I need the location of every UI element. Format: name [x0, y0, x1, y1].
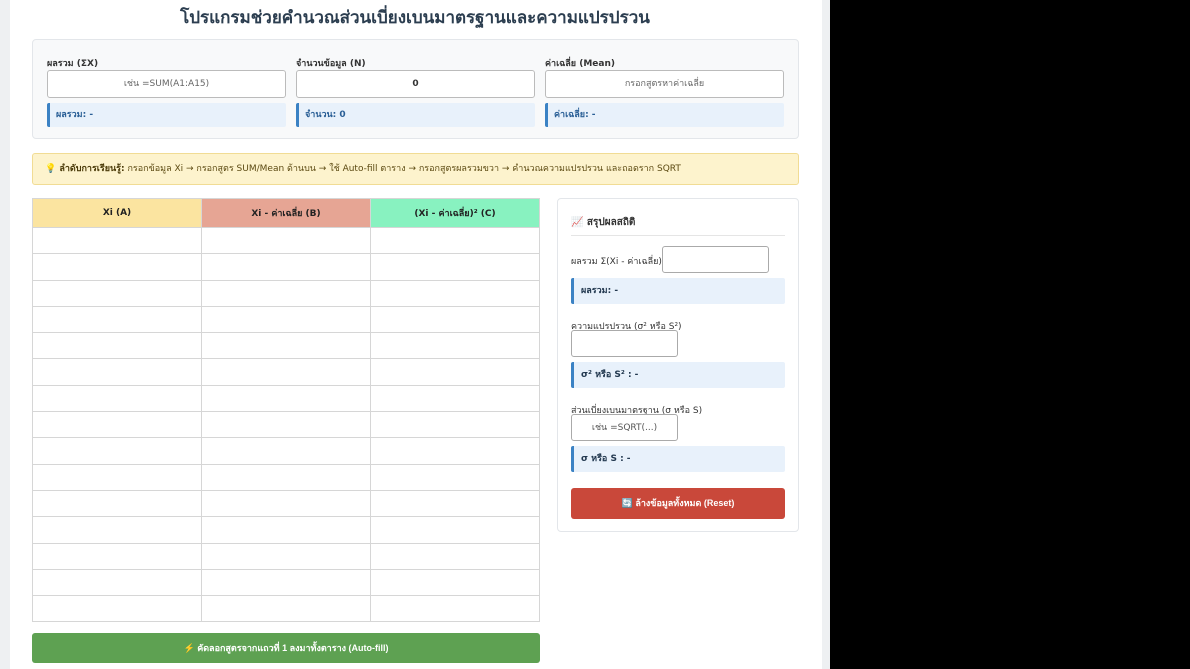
header-deviation-squared: (Xi - ค่าเฉลี่ย)² (C)	[370, 198, 540, 228]
left-gutter	[0, 0, 10, 669]
table-header-row: Xi (A) Xi - ค่าเฉลี่ย (B) (Xi - ค่าเฉลี่…	[32, 198, 540, 228]
data-table: Xi (A) Xi - ค่าเฉลี่ย (B) (Xi - ค่าเฉลี่…	[32, 198, 540, 623]
table-body	[32, 226, 540, 623]
xi-cell[interactable]	[32, 437, 202, 465]
deviation-cell[interactable]	[201, 463, 371, 491]
deviation-squared-cell[interactable]	[370, 305, 540, 334]
deviation-squared-cell[interactable]	[370, 332, 540, 360]
table-row	[32, 463, 540, 491]
deviation-cell[interactable]	[201, 279, 371, 307]
variance-input[interactable]	[571, 330, 678, 357]
mean-input[interactable]	[545, 70, 784, 98]
deviation-squared-cell[interactable]	[370, 516, 540, 544]
count-label: จำนวนข้อมูล (N)	[296, 59, 366, 69]
right-gutter	[822, 0, 830, 669]
deviation-cell[interactable]	[201, 253, 371, 281]
reset-button[interactable]: 🔄 ล้างข้อมูลทั้งหมด (Reset)	[571, 488, 785, 519]
autofill-button[interactable]: ⚡ คัดลอกสูตรจากแถวที่ 1 ลงมาทั้งตาราง (A…	[32, 633, 540, 663]
header-deviation: Xi - ค่าเฉลี่ย (B)	[201, 198, 371, 228]
deviation-squared-cell[interactable]	[370, 463, 540, 491]
mean-label: ค่าเฉลี่ย (Mean)	[545, 59, 615, 69]
deviation-squared-cell[interactable]	[370, 489, 540, 518]
deviation-cell[interactable]	[201, 226, 371, 255]
table-row	[32, 411, 540, 439]
xi-cell[interactable]	[32, 332, 202, 360]
deviation-cell[interactable]	[201, 489, 371, 518]
deviation-cell[interactable]	[201, 542, 371, 570]
xi-cell[interactable]	[32, 253, 202, 281]
xi-cell[interactable]	[32, 568, 202, 597]
table-row	[32, 226, 540, 255]
xi-cell[interactable]	[32, 595, 202, 623]
deviation-squared-cell[interactable]	[370, 568, 540, 597]
sumsq-input[interactable]	[662, 246, 769, 273]
sumsq-label: ผลรวม Σ(Xi - ค่าเฉลี่ย)²	[571, 257, 666, 267]
hint-text: กรอกข้อมูล Xi → กรอกสูตร SUM/Mean ด้านบน…	[124, 164, 681, 174]
top-inputs-panel: ผลรวม (ΣX) ผลรวม: - จำนวนข้อมูล (N) จำนว…	[32, 39, 799, 139]
deviation-squared-cell[interactable]	[370, 253, 540, 281]
xi-cell[interactable]	[32, 358, 202, 386]
summary-divider	[571, 235, 785, 236]
mean-result: ค่าเฉลี่ย: -	[545, 103, 784, 127]
deviation-cell[interactable]	[201, 305, 371, 334]
deviation-squared-cell[interactable]	[370, 411, 540, 439]
deviation-cell[interactable]	[201, 595, 371, 623]
deviation-cell[interactable]	[201, 384, 371, 413]
table-row	[32, 516, 540, 544]
table-row	[32, 568, 540, 597]
variance-result: σ² หรือ S² : -	[571, 362, 785, 388]
sd-result: σ หรือ S : -	[571, 446, 785, 472]
deviation-cell[interactable]	[201, 358, 371, 386]
deviation-squared-cell[interactable]	[370, 226, 540, 255]
xi-cell[interactable]	[32, 463, 202, 491]
sum-label: ผลรวม (ΣX)	[47, 59, 99, 69]
table-row	[32, 542, 540, 570]
deviation-cell[interactable]	[201, 411, 371, 439]
xi-cell[interactable]	[32, 542, 202, 570]
xi-cell[interactable]	[32, 411, 202, 439]
deviation-squared-cell[interactable]	[370, 384, 540, 413]
xi-cell[interactable]	[32, 305, 202, 334]
deviation-squared-cell[interactable]	[370, 595, 540, 623]
table-row	[32, 332, 540, 360]
xi-cell[interactable]	[32, 489, 202, 518]
count-input[interactable]	[296, 70, 535, 98]
page-title: โปรแกรมช่วยคำนวณส่วนเบี่ยงเบนมาตรฐานและค…	[180, 8, 650, 28]
learning-hint: 💡 ลำดับการเรียนรู้: กรอกข้อมูล Xi → กรอก…	[32, 153, 799, 185]
table-row	[32, 305, 540, 334]
count-result: จำนวน: 0	[296, 103, 535, 127]
deviation-cell[interactable]	[201, 516, 371, 544]
xi-cell[interactable]	[32, 279, 202, 307]
deviation-cell[interactable]	[201, 437, 371, 465]
sumsq-result: ผลรวม: -	[571, 278, 785, 304]
summary-panel: 📈 สรุปผลสถิติ ผลรวม Σ(Xi - ค่าเฉลี่ย)² ผ…	[557, 198, 799, 532]
deviation-squared-cell[interactable]	[370, 279, 540, 307]
page: โปรแกรมช่วยคำนวณส่วนเบี่ยงเบนมาตรฐานและค…	[10, 0, 822, 669]
table-row	[32, 489, 540, 518]
xi-cell[interactable]	[32, 226, 202, 255]
xi-cell[interactable]	[32, 516, 202, 544]
sum-input[interactable]	[47, 70, 286, 98]
table-row	[32, 253, 540, 281]
summary-title: 📈 สรุปผลสถิติ	[571, 217, 636, 228]
sum-result: ผลรวม: -	[47, 103, 286, 127]
hint-bold: 💡 ลำดับการเรียนรู้:	[45, 164, 125, 174]
xi-cell[interactable]	[32, 384, 202, 413]
table-row	[32, 279, 540, 307]
deviation-squared-cell[interactable]	[370, 358, 540, 386]
table-row	[32, 595, 540, 623]
header-xi: Xi (A)	[32, 198, 202, 228]
deviation-cell[interactable]	[201, 568, 371, 597]
table-row	[32, 358, 540, 386]
deviation-cell[interactable]	[201, 332, 371, 360]
deviation-squared-cell[interactable]	[370, 542, 540, 570]
deviation-squared-cell[interactable]	[370, 437, 540, 465]
table-row	[32, 384, 540, 413]
table-row	[32, 437, 540, 465]
sd-input[interactable]	[571, 414, 678, 441]
